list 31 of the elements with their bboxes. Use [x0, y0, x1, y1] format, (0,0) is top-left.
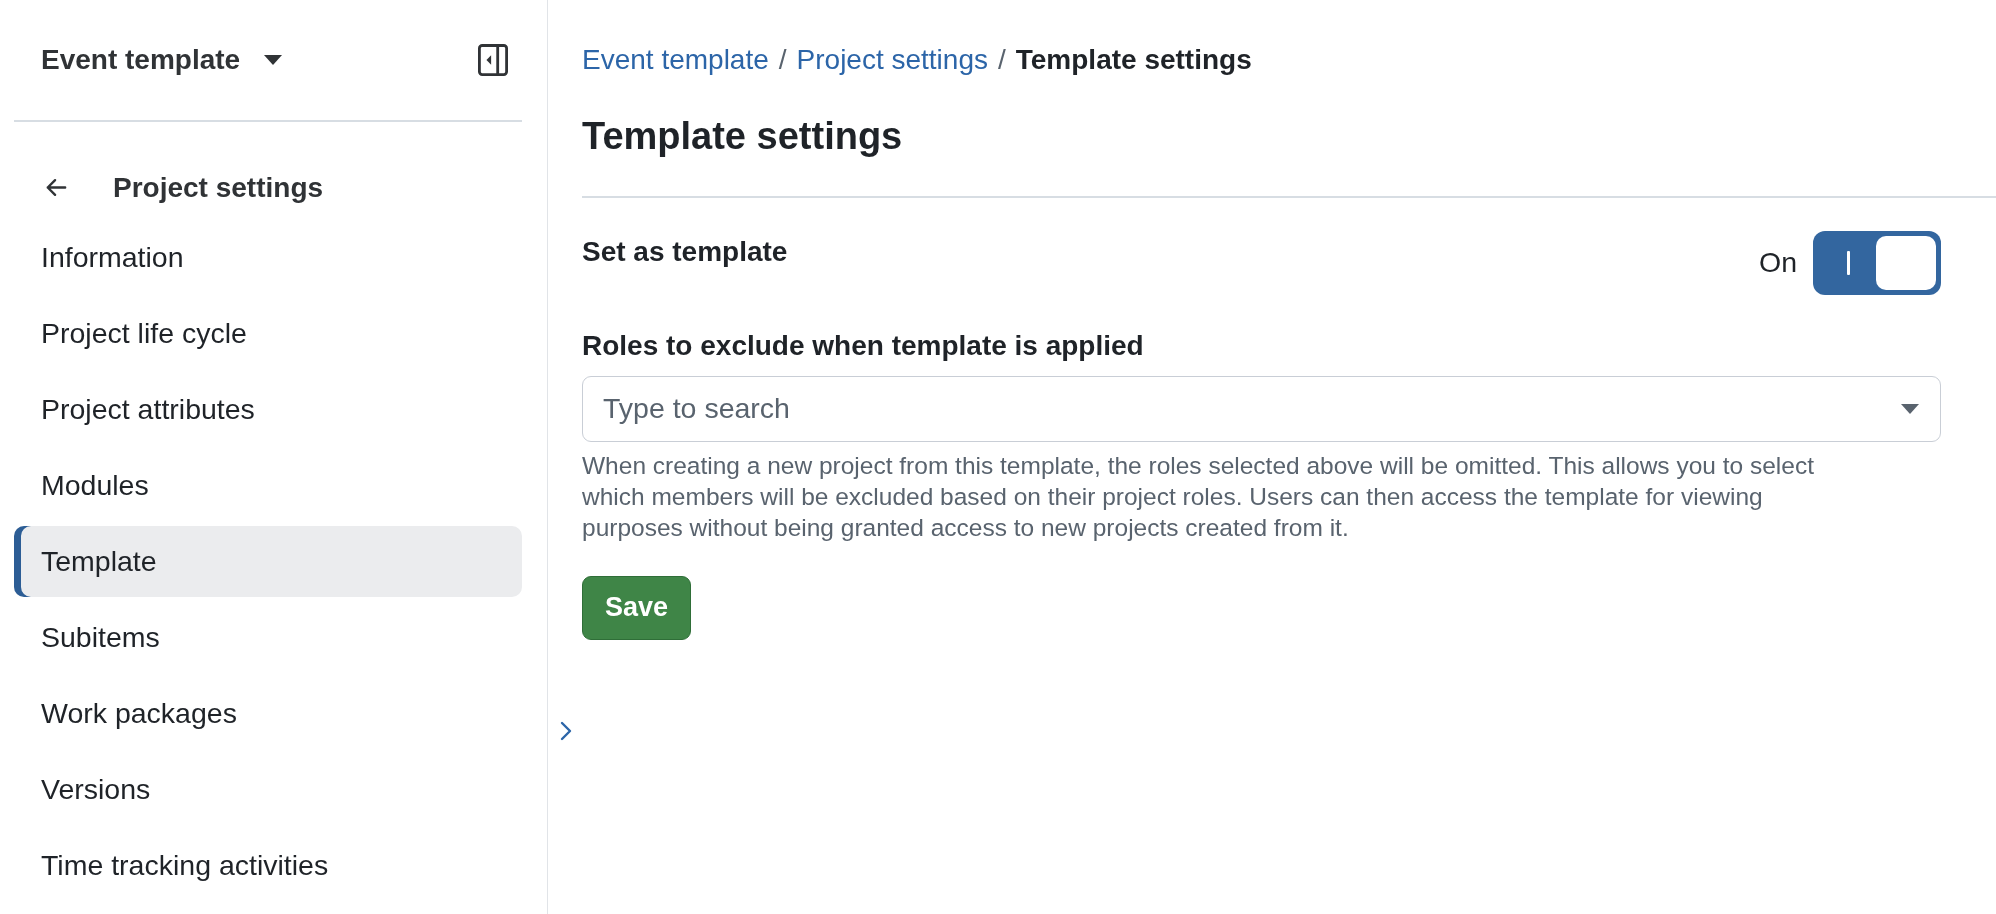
save-button[interactable]: Save: [582, 575, 692, 640]
sidebar-item[interactable]: Work packages: [14, 677, 522, 749]
breadcrumb-link[interactable]: Event template: [582, 44, 769, 76]
breadcrumb-separator: /: [998, 44, 1006, 76]
sidebar-collapse-icon[interactable]: [478, 44, 508, 76]
breadcrumb-current: Template settings: [1015, 44, 1252, 76]
caret-icon: [1901, 403, 1919, 414]
sidebar-heading: Project settings: [113, 171, 324, 204]
toggle-state-label: On: [1758, 246, 1797, 279]
sidebar-item[interactable]: Information: [14, 221, 522, 293]
sidebar-item[interactable]: Project attributes: [14, 373, 522, 445]
page-title: Template settings: [582, 114, 904, 158]
sidebar-item[interactable]: Project life cycle: [14, 297, 522, 369]
sidebar-item[interactable]: Modules: [14, 449, 522, 521]
chevron-right-icon[interactable]: [560, 721, 572, 741]
arrow-left-icon[interactable]: [45, 178, 67, 197]
search-field[interactable]: Type to search: [582, 375, 1941, 442]
sidebar-item[interactable]: Subitems: [14, 601, 522, 673]
setting-label: Set as template: [582, 234, 788, 269]
breadcrumb-separator: /: [778, 44, 787, 76]
sidebar-item[interactable]: Time tracking activities: [14, 829, 522, 901]
breadcrumb-link[interactable]: Project settings: [796, 44, 988, 76]
on-indicator-icon: [1847, 250, 1850, 275]
toggle-knob: [1876, 235, 1936, 290]
project-switcher[interactable]: Event template: [41, 44, 283, 76]
sidebar-item[interactable]: Template: [14, 525, 522, 597]
sidebar-item[interactable]: Versions: [14, 753, 522, 825]
toggle-switch[interactable]: [1813, 230, 1941, 295]
help-text: When creating a new project from this template, the roles selected above will be omitted. This allows you to select which members will be excluded based on their project roles. Users can then access the template for viewing purposes without being granted access to new projects created from it.: [582, 450, 1815, 543]
field-label: Roles to exclude when template is applied: [582, 328, 1145, 363]
caret-icon: [264, 55, 283, 65]
